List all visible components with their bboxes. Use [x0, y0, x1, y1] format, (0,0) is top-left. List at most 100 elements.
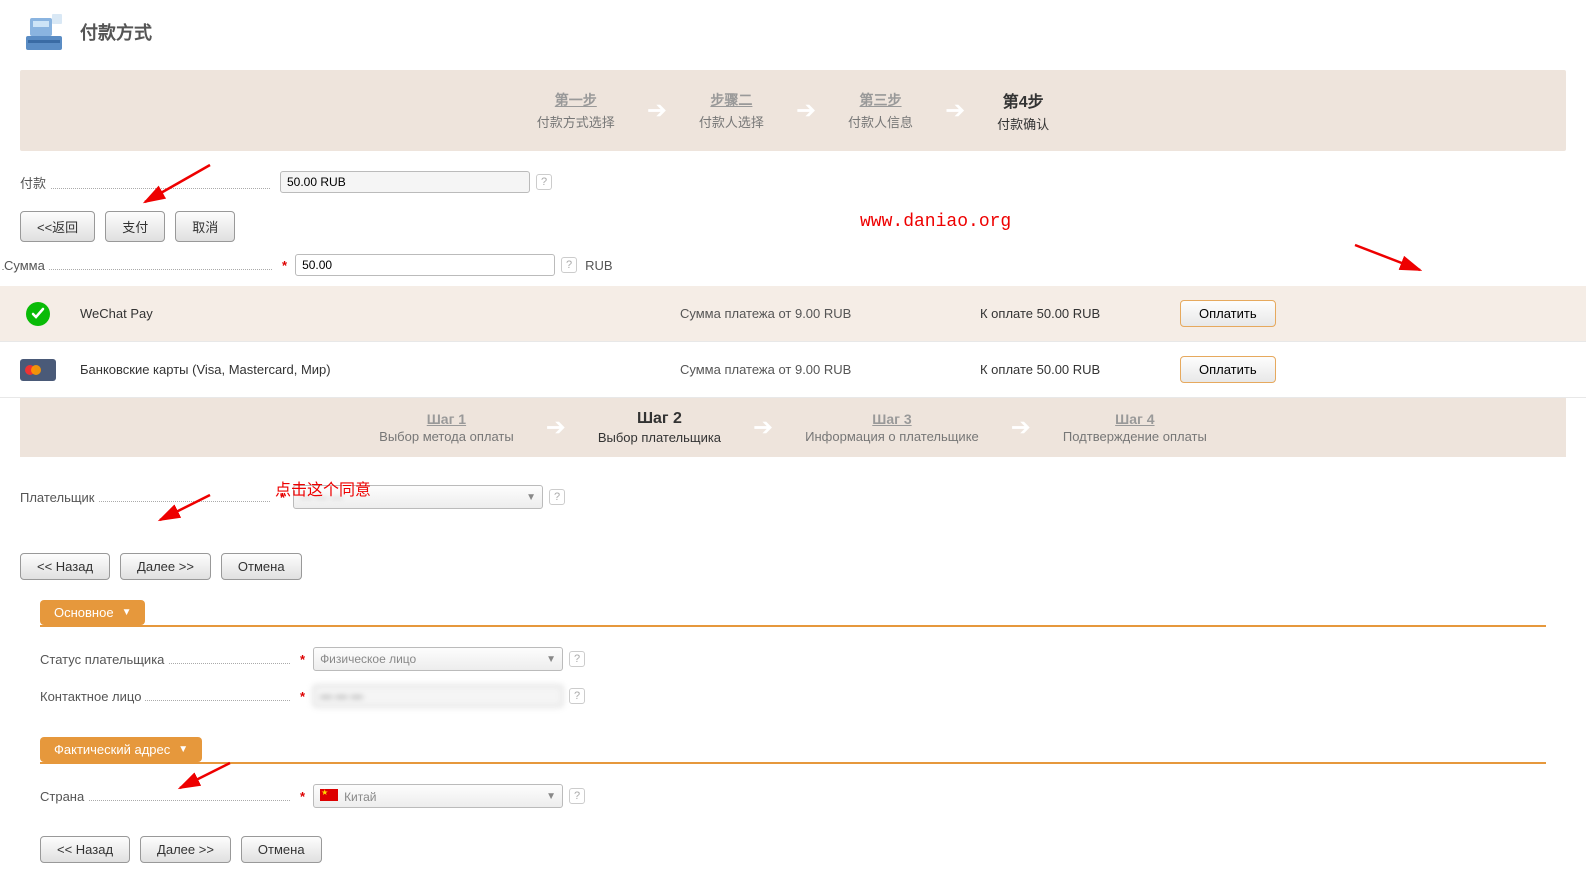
payment-due-amount: К оплате 50.00 RUB: [980, 362, 1180, 377]
step-title: 步骤二: [699, 90, 764, 110]
next-button[interactable]: Далее >>: [140, 836, 231, 863]
step-sub: 付款人信息: [848, 112, 913, 131]
arrow-icon: ➔: [784, 96, 828, 125]
section-tab-main[interactable]: Основное ▼: [40, 600, 145, 625]
chevron-down-icon: ▼: [178, 744, 188, 755]
step-ru-3[interactable]: Шаг 3 Информация о плательщике: [785, 411, 999, 444]
help-icon[interactable]: ?: [536, 174, 552, 190]
step-3[interactable]: 第三步 付款人信息: [828, 90, 933, 131]
step-sub: Подтверждение оплаты: [1063, 429, 1207, 444]
contact-label: Контактное лицо: [40, 689, 300, 704]
payment-min-amount: Сумма платежа от 9.00 RUB: [680, 362, 980, 377]
help-icon[interactable]: ?: [569, 688, 585, 704]
country-select[interactable]: Китай ▼: [313, 784, 563, 808]
annotation-arrow-icon: [170, 758, 240, 798]
help-icon[interactable]: ?: [549, 489, 565, 505]
payment-method-name: WeChat Pay: [80, 306, 680, 321]
arrow-icon: ➔: [534, 413, 578, 442]
pay-button[interactable]: 支付: [105, 211, 165, 242]
section-divider: [40, 625, 1546, 627]
step-ru-1[interactable]: Шаг 1 Выбор метода оплаты: [359, 411, 534, 444]
bank-card-icon: [20, 358, 56, 382]
payment-method-wechat[interactable]: WeChat Pay Сумма платежа от 9.00 RUB К о…: [0, 286, 1586, 342]
step-4: 第4步 付款确认: [977, 88, 1069, 133]
required-marker: *: [282, 258, 287, 273]
chevron-down-icon: ▼: [546, 791, 556, 802]
required-marker: *: [300, 652, 305, 667]
payment-method-cards[interactable]: Банковские карты (Visa, Mastercard, Мир)…: [0, 342, 1586, 398]
arrow-icon: ➔: [635, 96, 679, 125]
help-icon[interactable]: ?: [569, 651, 585, 667]
status-row: Статус плательщика * Физическое лицо▼ ?: [0, 643, 1586, 675]
pay-method-button[interactable]: Оплатить: [1180, 300, 1276, 327]
payer-row: Плательщик * — — —▼ ?: [0, 481, 1586, 513]
step-sub: 付款方式选择: [537, 112, 615, 131]
wechat-pay-icon: [20, 302, 56, 326]
section-label: Основное: [54, 605, 114, 620]
step-sub: Выбор метода оплаты: [379, 429, 514, 444]
step-sub: Информация о плательщике: [805, 429, 979, 444]
steps-bar-ru: Шаг 1 Выбор метода оплаты ➔ Шаг 2 Выбор …: [20, 398, 1566, 457]
step-sub: Выбор плательщика: [598, 430, 721, 445]
watermark-text: www.daniao.org: [860, 212, 1011, 232]
step-title: 第4步: [997, 88, 1049, 112]
step-ru-2: Шаг 2 Выбор плательщика: [578, 410, 741, 445]
button-row-ru: << Назад Далее >> Отмена: [0, 545, 1586, 588]
section-divider: [40, 762, 1546, 764]
page-header: 付款方式: [0, 0, 1586, 64]
step-title: 第三步: [848, 90, 913, 110]
back-button[interactable]: << Назад: [40, 836, 130, 863]
section-label: Фактический адрес: [54, 742, 170, 757]
pay-method-button[interactable]: Оплатить: [1180, 356, 1276, 383]
contact-row: Контактное лицо * ?: [0, 681, 1586, 711]
arrow-icon: ➔: [999, 413, 1043, 442]
step-title: Шаг 1: [379, 411, 514, 427]
payment-amount-input[interactable]: [280, 171, 530, 193]
currency-label: RUB: [585, 258, 612, 273]
cancel-button[interactable]: 取消: [175, 211, 235, 242]
required-marker: *: [300, 789, 305, 804]
back-button[interactable]: <<返回: [20, 211, 95, 242]
steps-bar-cn: 第一步 付款方式选择 ➔ 步骤二 付款人选择 ➔ 第三步 付款人信息 ➔ 第4步…: [20, 70, 1566, 151]
flag-cn-icon: [320, 789, 338, 801]
step-sub: 付款确认: [997, 114, 1049, 133]
cancel-button[interactable]: Отмена: [241, 836, 322, 863]
next-button[interactable]: Далее >>: [120, 553, 211, 580]
contact-input[interactable]: [313, 685, 563, 707]
cancel-button[interactable]: Отмена: [221, 553, 302, 580]
arrow-icon: ➔: [741, 413, 785, 442]
chevron-down-icon: ▼: [122, 607, 132, 618]
annotation-arrow-icon: [1350, 240, 1430, 280]
status-value: Физическое лицо: [320, 652, 416, 666]
annotation-arrow-icon: [150, 490, 220, 530]
back-button[interactable]: << Назад: [20, 553, 110, 580]
button-row-cn: <<返回 支付 取消: [0, 203, 1586, 250]
sum-input[interactable]: [295, 254, 555, 276]
step-ru-4[interactable]: Шаг 4 Подтверждение оплаты: [1043, 411, 1227, 444]
step-title: Шаг 2: [598, 410, 721, 428]
payment-min-amount: Сумма платежа от 9.00 RUB: [680, 306, 980, 321]
step-1[interactable]: 第一步 付款方式选择: [517, 90, 635, 131]
sum-label: Сумма: [2, 258, 282, 273]
help-icon[interactable]: ?: [569, 788, 585, 804]
step-2[interactable]: 步骤二 付款人选择: [679, 90, 784, 131]
help-icon[interactable]: ?: [561, 257, 577, 273]
step-title: Шаг 4: [1063, 411, 1207, 427]
arrow-icon: ➔: [933, 96, 977, 125]
payment-method-name: Банковские карты (Visa, Mastercard, Мир): [80, 362, 680, 377]
annotation-arrow-icon: [130, 160, 220, 210]
cash-register-icon: [20, 8, 68, 56]
step-title: 第一步: [537, 90, 615, 110]
status-select[interactable]: Физическое лицо▼: [313, 647, 563, 671]
status-label: Статус плательщика: [40, 652, 300, 667]
page-title: 付款方式: [80, 19, 152, 45]
step-title: Шаг 3: [805, 411, 979, 427]
sum-row: Сумма * ? RUB: [0, 250, 1586, 280]
annotation-text: 点击这个同意: [275, 476, 371, 500]
payment-due-amount: К оплате 50.00 RUB: [980, 306, 1180, 321]
button-row-ru-2: << Назад Далее >> Отмена: [0, 828, 1586, 871]
chevron-down-icon: ▼: [526, 492, 536, 503]
required-marker: *: [300, 689, 305, 704]
country-value: Китай: [344, 790, 376, 804]
payment-row: 付款 ?: [0, 167, 1586, 197]
